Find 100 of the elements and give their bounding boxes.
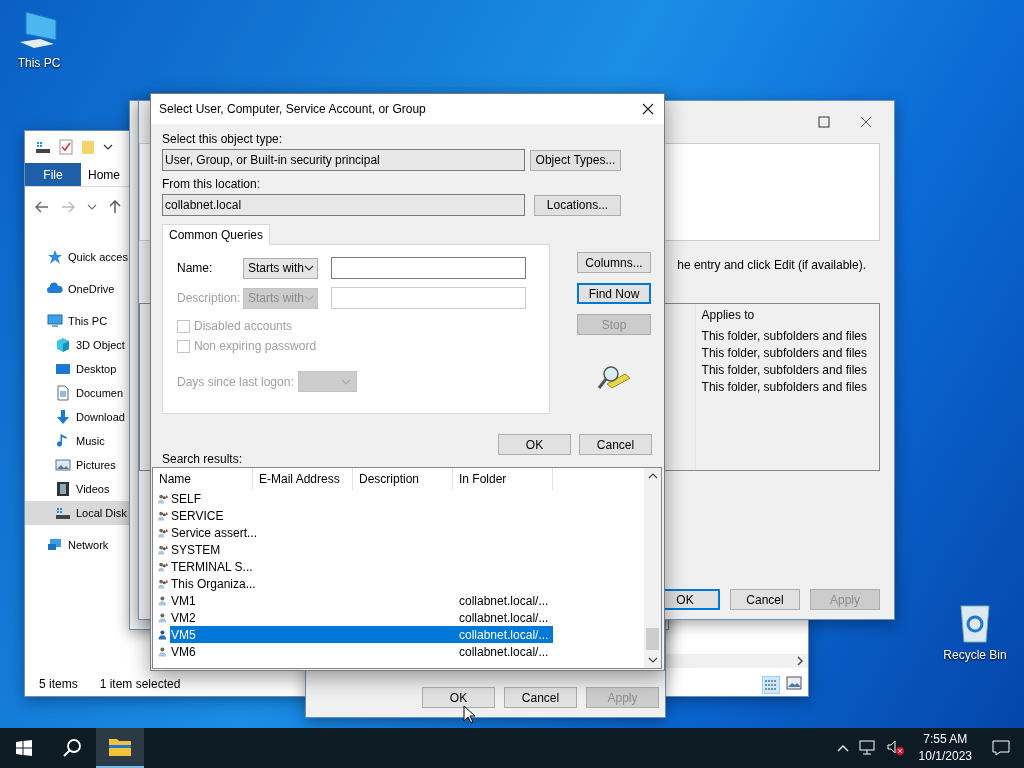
name-text: TERMINAL S... [171,559,253,574]
field-label: From this location: [162,177,262,191]
document-icon [55,385,71,401]
field-label: Description: [177,291,242,305]
network-icon [47,537,63,553]
dialog-button[interactable]: OK [498,434,571,455]
column-header[interactable]: In Folder [453,468,553,490]
computer-icon [47,313,63,329]
column-header[interactable]: Applies to [701,308,867,322]
dialog-button[interactable]: Find Now [577,283,651,304]
close-icon[interactable] [642,103,654,115]
dialog-button[interactable]: Columns... [577,252,651,273]
date-text: 10/1/2023 [918,748,972,765]
result-row[interactable]: VM2 [170,609,453,626]
column-header[interactable]: Description [353,468,453,490]
field-label: Name: [177,261,214,275]
sidebar-item[interactable]: Documen [25,381,130,405]
match-dropdown[interactable]: Starts with [243,257,318,279]
folder-text: collabnet.local/... [459,627,549,642]
search-field[interactable] [331,257,526,279]
name-text: VM2 [171,610,196,625]
dialog-button[interactable]: Cancel [504,687,577,708]
checklist-icon [59,139,73,155]
sidebar-item[interactable]: Desktop [25,357,130,381]
time-text: 7:55 AM [923,731,968,748]
chevron-down-icon [304,264,314,272]
folder-text: collabnet.local/... [459,593,549,608]
folder-icon [81,139,95,155]
sidebar-item[interactable]: Music [25,429,130,453]
column-header[interactable]: Name [153,468,253,490]
film-icon [55,481,71,497]
sidebar-item[interactable]: 3D Object [25,333,130,357]
result-row[interactable]: SERVICE [170,507,453,524]
window-title: Select User, Computer, Service Account, or Group [159,102,426,116]
name-text: SYSTEM [171,542,221,557]
result-row[interactable]: This Organiza... [170,575,453,592]
dialog-button[interactable]: Cancel [579,434,652,455]
star-icon [47,249,63,265]
details-view-icon[interactable] [762,676,780,694]
clock[interactable]: 7:55 AM 10/1/2023 [918,731,972,765]
desktop-icon [55,361,71,377]
object-types-button[interactable]: Object Types... [530,149,621,171]
chevron-up-icon[interactable] [836,744,849,752]
search-icon [62,738,82,758]
result-row[interactable]: VM5 [170,626,453,643]
mouse-pointer-icon [463,705,477,725]
vertical-scrollbar[interactable] [644,468,661,668]
section-label: Search results: [162,452,244,466]
result-row[interactable]: VM1 [170,592,453,609]
sidebar-item[interactable]: Download [25,405,130,429]
locations-button[interactable]: Locations... [534,194,621,216]
up-arrow-icon[interactable] [109,200,121,214]
folder-text: collabnet.local/... [459,644,549,659]
notifications-icon[interactable] [992,740,1010,756]
result-row[interactable]: SELF [170,490,453,507]
horizontal-scrollbar[interactable] [666,654,808,668]
cube-icon [55,337,71,353]
sidebar-item[interactable]: Videos [25,477,130,501]
maximize-icon[interactable] [818,116,830,128]
ribbon-tab[interactable]: Home [81,163,127,186]
scroll-right-icon[interactable] [796,656,804,666]
taskbar-app[interactable] [96,728,144,768]
drive-icon [55,505,71,521]
field-label: Select this object type: [162,132,284,146]
name-text: VM1 [171,593,196,608]
ribbon-tab[interactable]: File [25,163,81,186]
scroll-thumb[interactable] [646,628,659,650]
large-icons-view-icon[interactable] [786,676,802,690]
checkbox-label: Non expiring password [194,339,317,353]
sidebar-item[interactable]: This PC [25,309,130,333]
name-text: VM5 [171,627,196,642]
back-arrow-icon[interactable] [35,201,49,213]
result-row[interactable]: TERMINAL S... [170,558,453,575]
folder-text: collabnet.local/... [459,610,549,625]
sidebar-item[interactable]: Quick acces [25,245,130,269]
close-icon[interactable] [860,116,872,128]
drive-icon [35,139,51,155]
result-row[interactable]: Service assert... [170,524,453,541]
sidebar-item[interactable]: Pictures [25,453,130,477]
sidebar-item[interactable]: OneDrive [25,277,130,301]
result-row[interactable]: SYSTEM [170,541,453,558]
table-cell: This folder, subfolders and files [701,380,867,394]
dialog-button[interactable]: Cancel [730,589,800,610]
name-text: VM6 [171,644,196,659]
desktop-icon-label: This PC [17,56,61,70]
download-icon [55,409,71,425]
chevron-down-icon [304,294,314,302]
scroll-up-icon[interactable] [647,472,658,480]
column-header[interactable]: E-Mail Address [253,468,353,490]
tab[interactable]: Common Queries [162,224,271,245]
network-icon[interactable] [858,740,877,756]
pictures-icon [55,457,71,473]
muted-speaker-icon[interactable] [886,740,905,756]
dialog-button[interactable]: OK [422,687,495,708]
recent-locations-icon [87,203,97,211]
sidebar-item[interactable]: Network [25,533,130,557]
table-cell: This folder, subfolders and files [701,346,867,360]
sidebar-item[interactable]: Local Disk [25,501,130,525]
name-text: SERVICE [171,508,224,523]
result-row[interactable]: VM6 [170,643,453,660]
